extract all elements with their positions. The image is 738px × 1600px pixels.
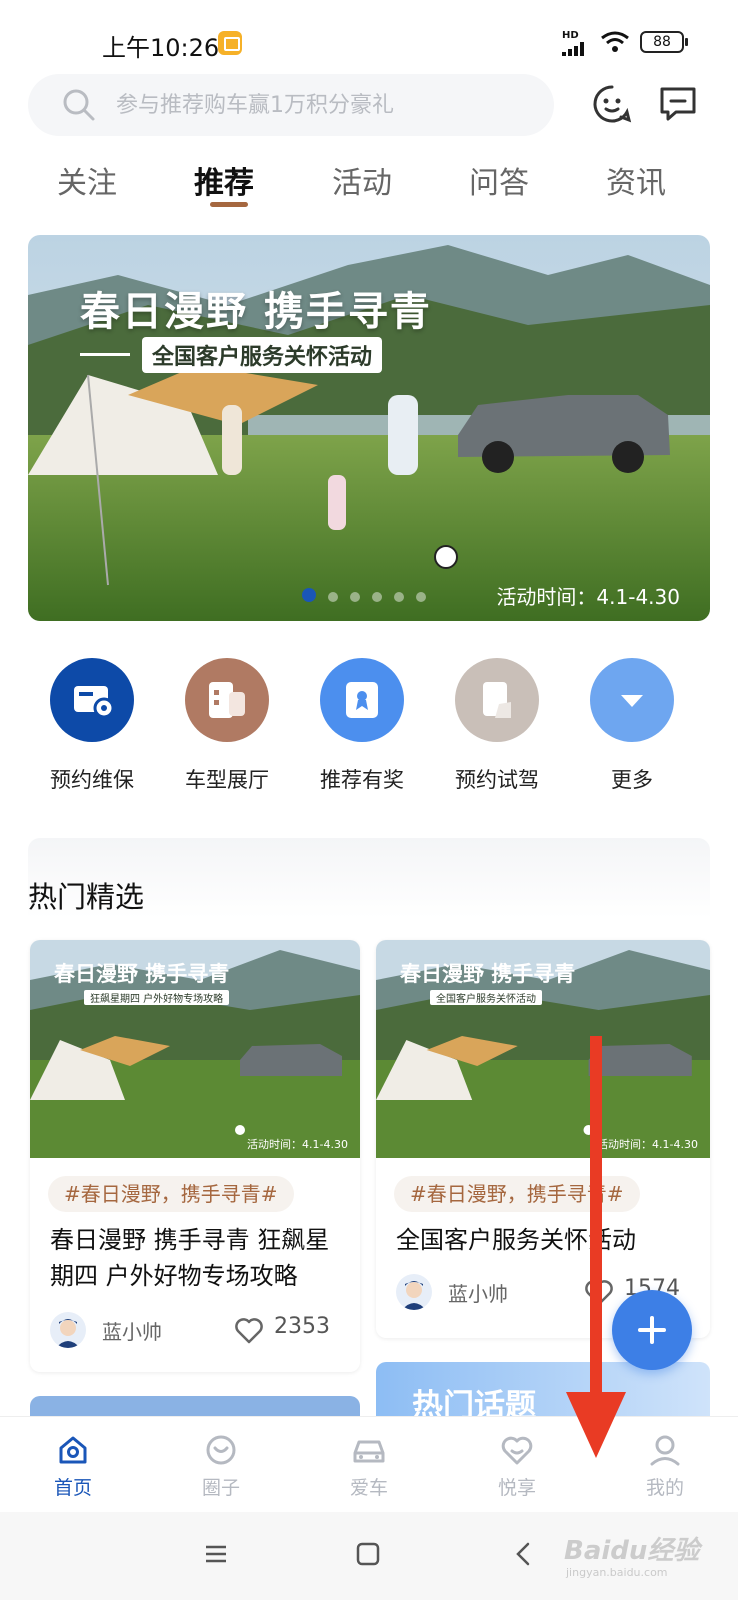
menu-icon[interactable]	[204, 1542, 228, 1566]
search-bar[interactable]	[28, 74, 554, 136]
avatar[interactable]	[50, 1312, 86, 1348]
quick-item-more[interactable]: 更多	[572, 658, 692, 794]
banner-dot[interactable]	[328, 592, 338, 602]
nav-label: 首页	[53, 1477, 92, 1499]
topic-tag[interactable]: #春日漫野，携手寻青#	[394, 1176, 640, 1212]
active-tab-indicator	[210, 202, 248, 207]
like-count: 2353	[274, 1314, 330, 1339]
watermark-url: jingyan.baidu.com	[566, 1566, 668, 1579]
banner-dot[interactable]	[372, 592, 382, 602]
chatbot-icon[interactable]	[592, 84, 632, 124]
card-thumbnail-subtitle: 全国客户服务关怀活动	[430, 990, 542, 1005]
nav-car[interactable]: 爱车	[314, 1433, 424, 1500]
back-icon[interactable]	[512, 1542, 536, 1566]
card-thumbnail-title: 春日漫野 携手寻青	[400, 962, 576, 986]
tab-follow[interactable]: 关注	[57, 158, 117, 202]
quick-menu: 预约维保 车型展厅 推荐有奖 预约试驾 更多	[0, 658, 738, 798]
post-card[interactable]: 春日漫野 携手寻青 狂飙星期四 户外好物专场攻略 活动时间：4.1-4.30 #…	[30, 940, 360, 1372]
home-button-icon[interactable]	[356, 1542, 380, 1566]
banner-title: 春日漫野 携手寻青	[80, 289, 432, 335]
more-icon	[590, 658, 674, 742]
like-icon[interactable]	[234, 1316, 264, 1344]
battery-icon: 88	[640, 31, 688, 53]
post-title: 春日漫野 携手寻青 狂飙星期四 户外好物专场攻略	[50, 1226, 330, 1290]
heart-icon	[501, 1436, 533, 1465]
author-name[interactable]: 蓝小帅	[102, 1316, 162, 1345]
avatar[interactable]	[396, 1274, 432, 1310]
bottom-nav: 首页 圈子 爱车 悦享 我的	[0, 1416, 738, 1512]
banner-divider	[80, 353, 130, 356]
card-thumbnail-date: 活动时间：4.1-4.30	[247, 1138, 348, 1151]
profile-icon	[650, 1435, 680, 1466]
tab-activity[interactable]: 活动	[332, 158, 392, 202]
banner-dot[interactable]	[394, 592, 404, 602]
home-icon	[59, 1436, 87, 1464]
notification-app-icon	[218, 31, 242, 55]
banner-pagination	[302, 587, 438, 606]
author-name[interactable]: 蓝小帅	[448, 1278, 508, 1307]
showroom-icon	[185, 658, 269, 742]
quick-item-showroom[interactable]: 车型展厅	[167, 658, 287, 794]
status-time: 上午10:26	[102, 34, 220, 62]
quick-item-label: 预约试驾	[455, 768, 539, 792]
annotation-arrow-head	[566, 1392, 626, 1458]
section-title: 热门精选	[28, 880, 145, 914]
maintenance-icon	[50, 658, 134, 742]
topic-tag[interactable]: #春日漫野，携手寻青#	[48, 1176, 294, 1212]
status-bar: 上午10:26 HD 88	[0, 0, 738, 80]
nav-label: 我的	[645, 1477, 684, 1499]
card-thumbnail-date: 活动时间：4.1-4.30	[597, 1138, 698, 1151]
nav-label: 爱车	[349, 1477, 388, 1499]
tab-recommend[interactable]: 推荐	[194, 158, 254, 202]
banner-dot[interactable]	[416, 592, 426, 602]
nav-enjoy[interactable]: 悦享	[462, 1433, 572, 1500]
banner-date: 活动时间：4.1-4.30	[496, 585, 680, 609]
banner-subtitle: 全国客户服务关怀活动	[142, 337, 383, 373]
watermark: Baidu经验	[564, 1536, 700, 1566]
annotation-arrow-shaft	[590, 1036, 602, 1396]
card-thumbnail-subtitle: 狂飙星期四 户外好物专场攻略	[84, 990, 230, 1005]
card-thumbnail-title: 春日漫野 携手寻青	[54, 962, 230, 986]
circle-icon	[206, 1435, 236, 1465]
post-card[interactable]: 春日漫野 携手寻青 全国客户服务关怀活动 活动时间：4.1-4.30 #春日漫野…	[376, 940, 710, 1338]
nav-label: 悦享	[497, 1477, 536, 1499]
referral-icon	[320, 658, 404, 742]
nav-label: 圈子	[201, 1477, 240, 1499]
signal-icon	[562, 42, 588, 56]
quick-item-label: 更多	[611, 768, 653, 792]
wifi-icon	[601, 31, 629, 52]
quick-item-label: 推荐有奖	[320, 768, 404, 792]
car-icon	[353, 1440, 385, 1463]
quick-item-referral[interactable]: 推荐有奖	[302, 658, 422, 794]
banner-dot[interactable]	[302, 588, 316, 602]
promo-banner[interactable]: 春日漫野 携手寻青 全国客户服务关怀活动 活动时间：4.1-4.30	[28, 235, 710, 621]
message-icon[interactable]	[658, 84, 698, 124]
quick-item-maintenance[interactable]: 预约维保	[32, 658, 152, 794]
post-title: 全国客户服务关怀活动	[396, 1226, 636, 1254]
test-drive-icon	[455, 658, 539, 742]
quick-item-label: 预约维保	[50, 768, 134, 792]
nav-profile[interactable]: 我的	[610, 1433, 720, 1500]
network-type-label: HD	[562, 30, 579, 41]
quick-item-label: 车型展厅	[185, 768, 269, 792]
nav-circle[interactable]: 圈子	[166, 1433, 276, 1500]
banner-dot[interactable]	[350, 592, 360, 602]
category-tabs: 关注 推荐 活动 问答 资讯	[0, 150, 738, 210]
create-post-button[interactable]	[612, 1290, 692, 1370]
nav-home[interactable]: 首页	[18, 1433, 128, 1500]
search-icon	[63, 89, 95, 121]
tab-news[interactable]: 资讯	[606, 158, 666, 202]
quick-item-test-drive[interactable]: 预约试驾	[437, 658, 557, 794]
search-input[interactable]	[116, 74, 536, 136]
tab-qa[interactable]: 问答	[469, 158, 529, 202]
